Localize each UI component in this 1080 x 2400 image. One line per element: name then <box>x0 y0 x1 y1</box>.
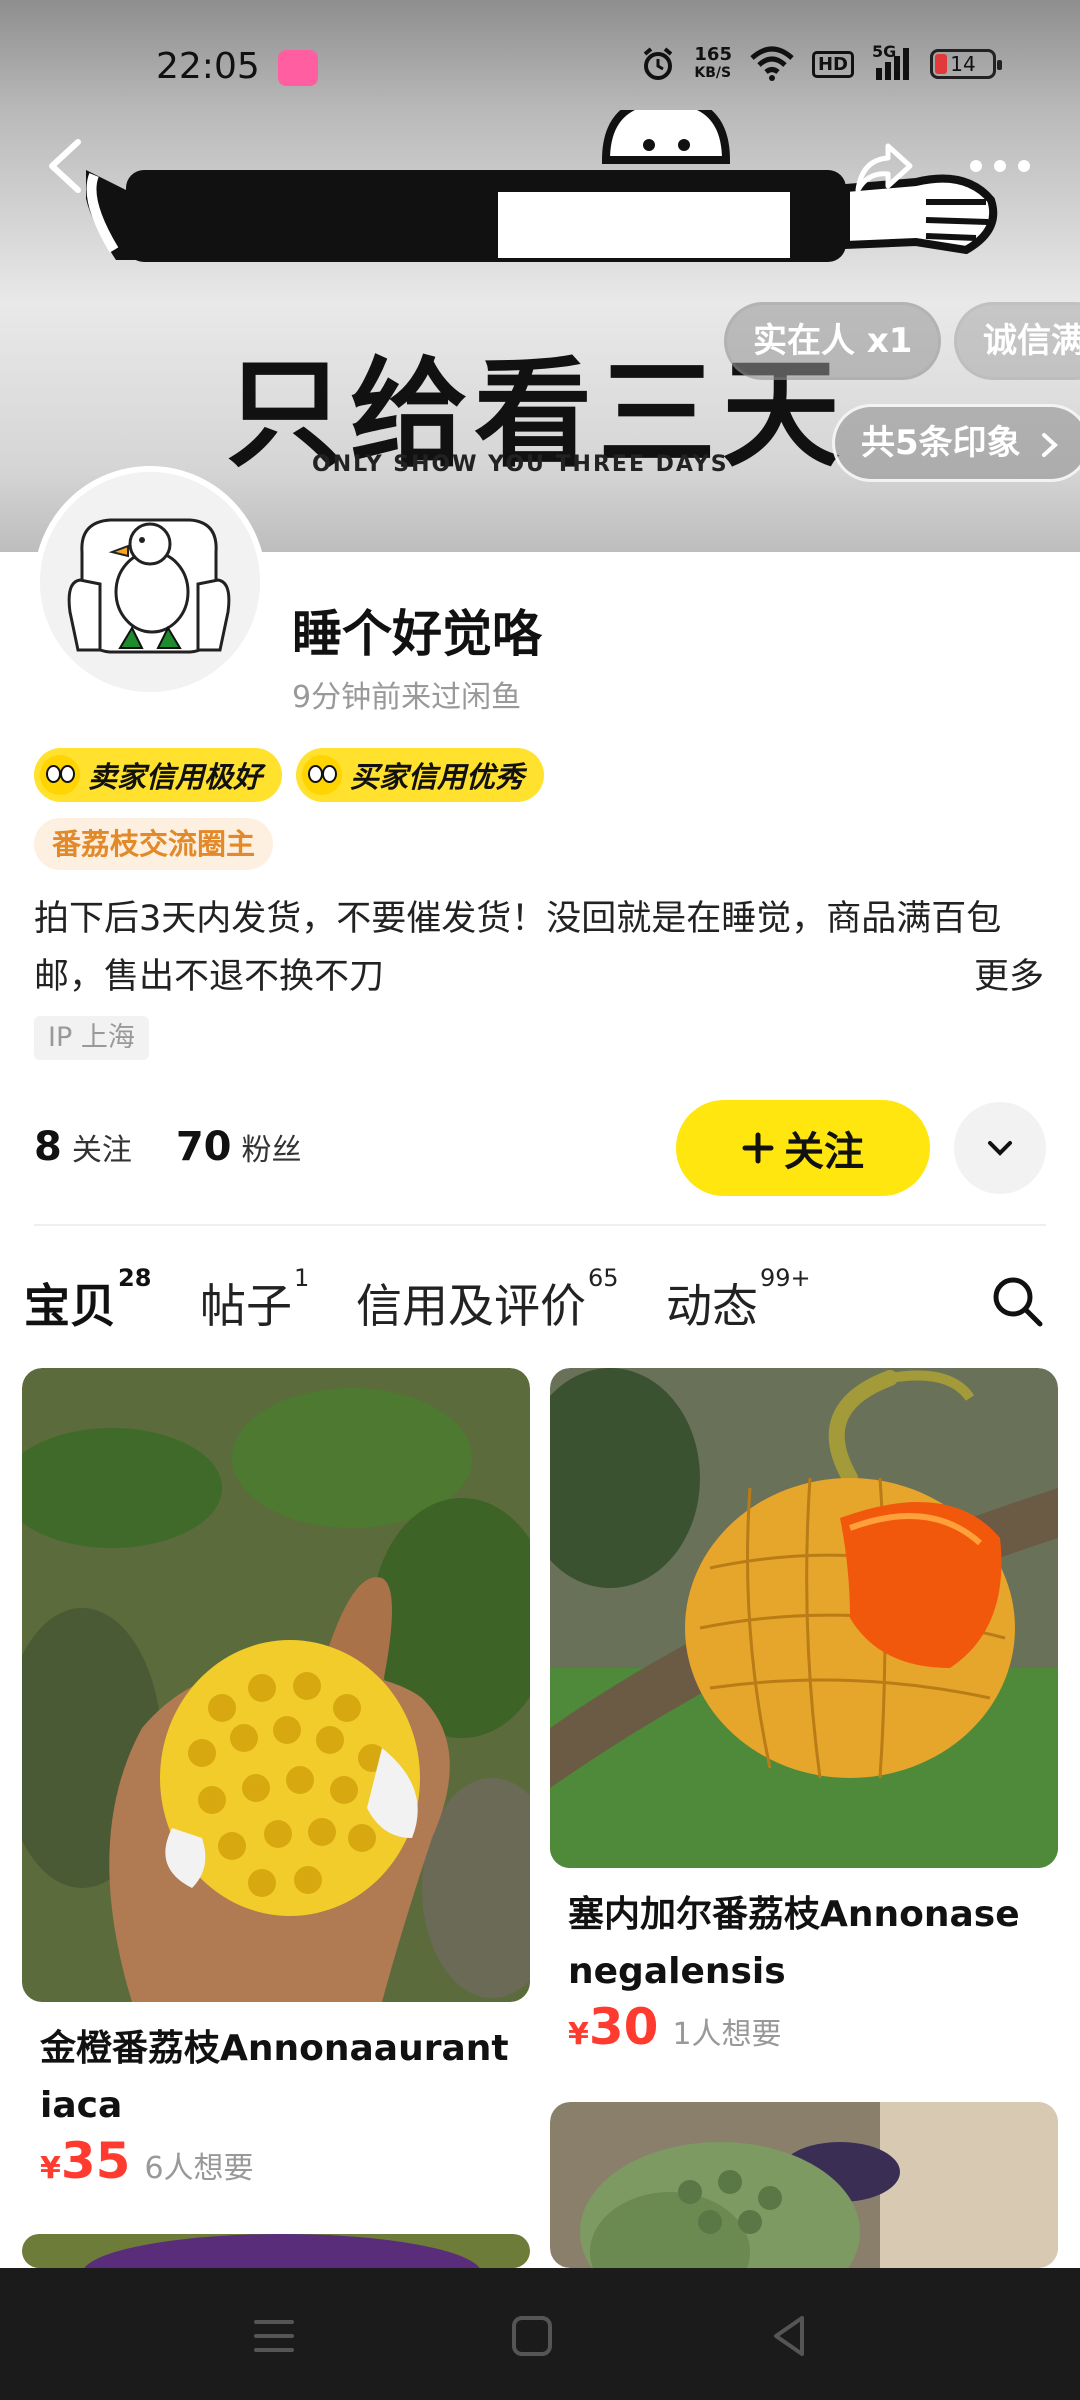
bilibili-notification-icon <box>278 50 318 86</box>
follow-stats: 8 关注 70 粉丝 <box>34 1124 336 1170</box>
cell-signal: 5G <box>872 42 912 82</box>
item-photo <box>550 2102 1058 2268</box>
menu-icon[interactable] <box>246 2308 302 2364</box>
status-time: 22:05 <box>156 46 260 87</box>
avatar[interactable] <box>34 466 266 698</box>
buyer-credit-badge[interactable]: 买家信用优秀 <box>296 748 545 802</box>
tab-items-count: 28 <box>118 1264 152 1292</box>
tab-activity-count: 99+ <box>760 1264 811 1292</box>
tab-credit-reviews[interactable]: 信用及评价65 <box>356 1264 619 1336</box>
item-price-row: ¥ 35 6人想要 <box>40 2132 254 2188</box>
plus-icon <box>742 1132 774 1164</box>
item-wants: 6人想要 <box>144 2151 254 2186</box>
back-triangle-icon[interactable] <box>762 2308 818 2364</box>
credit-face-icon <box>302 755 343 795</box>
item-card[interactable]: 塞内加尔番荔枝Annonasenegalensis ¥ 30 1人想要 <box>550 1368 1058 2068</box>
item-image <box>550 2102 1058 2268</box>
credit-face-icon <box>40 755 80 795</box>
followers-count[interactable]: 70 <box>176 1124 232 1170</box>
item-card[interactable] <box>550 2102 1058 2268</box>
tab-activity-label: 动态 <box>666 1279 758 1333</box>
following-count[interactable]: 8 <box>34 1124 62 1170</box>
item-price: 30 <box>588 1998 659 2056</box>
follow-button-label: 关注 <box>784 1130 864 1174</box>
back-icon[interactable] <box>42 136 90 196</box>
item-title: 金橙番荔枝Annonaaurantiaca <box>40 2028 509 2126</box>
tab-credit-label: 信用及评价 <box>356 1279 586 1333</box>
followers-label[interactable]: 粉丝 <box>242 1125 302 1169</box>
price-currency: ¥ <box>40 2151 61 2186</box>
impressions-button[interactable]: 共5条印象 <box>832 404 1080 482</box>
profile-name: 睡个好觉咯 <box>292 605 542 663</box>
status-bar: 22:05 165 KB/S HD 5G 14 <box>0 0 1080 130</box>
item-price-row: ¥ 30 1人想要 <box>568 1998 782 2056</box>
search-icon[interactable] <box>990 1274 1044 1328</box>
credit-badges: 卖家信用极好 买家信用优秀 <box>34 748 545 802</box>
seller-credit-badge[interactable]: 卖家信用极好 <box>34 748 283 802</box>
tab-posts[interactable]: 帖子1 <box>200 1264 309 1336</box>
follow-button[interactable]: 关注 <box>676 1100 930 1196</box>
hd-icon: HD <box>811 50 854 78</box>
ip-location-tag: IP 上海 <box>34 1016 149 1060</box>
tab-activity[interactable]: 动态99+ <box>666 1264 811 1336</box>
item-image <box>22 1368 530 2002</box>
real-person-badge[interactable]: 实在人 x1 <box>724 302 942 380</box>
net-speed-value: 165 <box>694 44 732 65</box>
price-currency: ¥ <box>568 2017 589 2052</box>
bio-more-link[interactable]: 更多 <box>974 948 1044 999</box>
system-nav-bar <box>0 2268 1080 2400</box>
more-icon[interactable] <box>968 152 1032 180</box>
item-price: 35 <box>60 2132 131 2188</box>
buyer-credit-label: 买家信用优秀 <box>350 760 525 794</box>
more-options-button[interactable] <box>954 1102 1046 1194</box>
battery-indicator: 14 <box>930 49 1002 79</box>
net-speed: 165 KB/S <box>694 46 732 82</box>
content-tabs: 宝贝28 帖子1 信用及评价65 动态99+ <box>22 1252 1064 1342</box>
alarm-icon <box>644 47 673 80</box>
item-card[interactable] <box>22 2234 530 2268</box>
signal-bars-icon <box>876 48 909 80</box>
tab-items-label-wrap: 宝贝 <box>22 1270 118 1336</box>
last-seen-text: 9分钟前来过闲鱼 <box>292 680 522 715</box>
tab-credit-count: 65 <box>588 1264 619 1292</box>
battery-level: 14 <box>950 52 976 76</box>
item-wants: 1人想要 <box>672 2017 782 2052</box>
section-divider <box>34 1224 1046 1226</box>
item-photo-senegal-annona <box>550 1368 1058 1868</box>
item-photo-golden-annona <box>22 1368 530 2002</box>
following-label[interactable]: 关注 <box>72 1125 132 1169</box>
share-icon[interactable] <box>854 136 914 196</box>
circle-owner-tag[interactable]: 番荔枝交流圈主 <box>34 818 274 870</box>
item-card[interactable]: 金橙番荔枝Annonaaurantiaca ¥ 35 6人想要 <box>22 1368 530 2188</box>
avatar-image <box>40 472 260 692</box>
tab-items-label: 宝贝 <box>24 1279 116 1333</box>
status-icons: 165 KB/S HD 5G 14 <box>640 42 1002 82</box>
chevron-down-icon <box>988 1141 1012 1156</box>
item-image <box>550 1368 1058 1868</box>
seller-credit-label: 卖家信用极好 <box>88 760 263 794</box>
net-speed-unit: KB/S <box>694 65 732 81</box>
tab-posts-label: 帖子 <box>200 1279 292 1333</box>
honest-badge[interactable]: 诚信满 <box>954 302 1080 380</box>
impressions-label: 共5条印象 <box>861 423 1021 463</box>
profile-bio: 拍下后3天内发货，不要催发货！没回就是在睡觉，商品满百包邮，售出不退不换不刀 <box>34 899 1002 997</box>
chevron-right-icon <box>1041 432 1058 457</box>
item-image <box>22 2234 530 2268</box>
wifi-icon <box>750 46 794 81</box>
item-photo <box>22 2234 530 2268</box>
banner-sub-text: ONLY SHOW YOU THREE DAYS <box>312 452 729 477</box>
item-title: 塞内加尔番荔枝Annonasenegalensis <box>568 1894 1020 1992</box>
tab-posts-count: 1 <box>294 1264 310 1292</box>
tab-items[interactable]: 宝贝28 <box>22 1264 151 1336</box>
home-icon[interactable] <box>504 2308 560 2364</box>
